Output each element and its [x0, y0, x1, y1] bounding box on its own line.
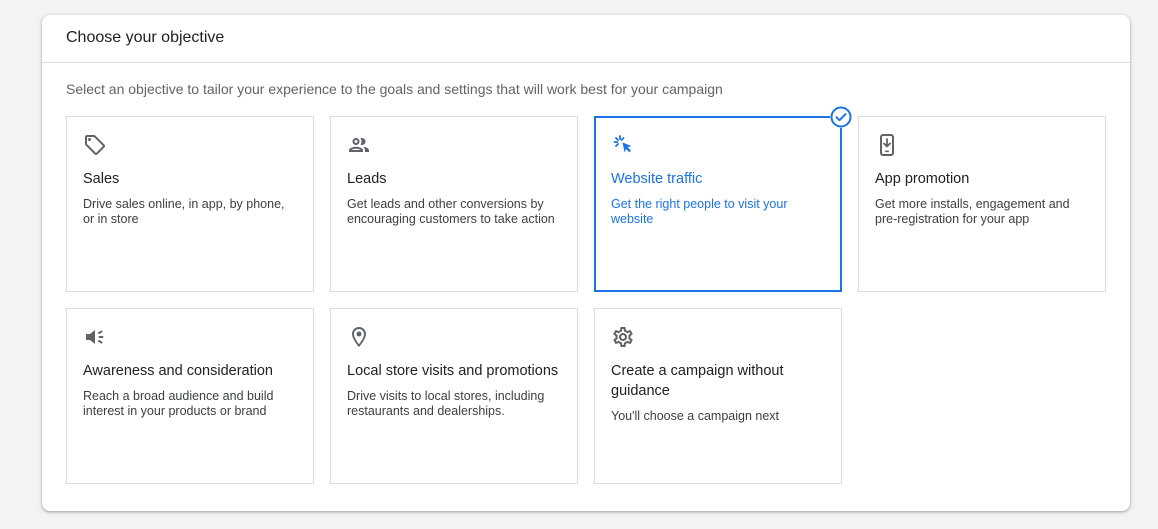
people-icon: [347, 133, 371, 157]
objective-description: Get the right people to visit your websi…: [611, 197, 788, 226]
panel-title: Choose your objective: [42, 15, 1130, 63]
objective-card-leads[interactable]: Leads Get leads and other conversions by…: [330, 116, 578, 292]
objective-title: Create a campaign without guidance: [611, 363, 784, 399]
objective-card-app-promotion[interactable]: App promotion Get more installs, engagem…: [858, 116, 1106, 292]
objective-description: Drive sales online, in app, by phone, or…: [83, 197, 285, 226]
cursor-click-icon: [611, 133, 635, 157]
objective-title: App promotion: [875, 171, 970, 187]
objective-description: Get more installs, engagement and pre-re…: [875, 197, 1070, 226]
objective-card-awareness[interactable]: Awareness and consideration Reach a broa…: [66, 308, 314, 484]
objective-card-sales[interactable]: Sales Drive sales online, in app, by pho…: [66, 116, 314, 292]
objective-card-local-store[interactable]: Local store visits and promotions Drive …: [330, 308, 578, 484]
objective-card-no-guidance[interactable]: Create a campaign without guidance You'l…: [594, 308, 842, 484]
objective-description: Drive visits to local stores, including …: [347, 389, 545, 418]
location-pin-icon: [347, 325, 371, 349]
objective-title: Leads: [347, 171, 387, 187]
gear-icon: [611, 325, 635, 349]
phone-download-icon: [875, 133, 899, 157]
objective-card-website-traffic[interactable]: Website traffic Get the right people to …: [594, 106, 852, 292]
objective-panel: Choose your objective Select an objectiv…: [42, 15, 1130, 511]
objective-description: Get leads and other conversions by encou…: [347, 197, 555, 226]
panel-subtitle: Select an objective to tailor your exper…: [66, 81, 723, 97]
tag-icon: [83, 133, 107, 157]
megaphone-icon: [83, 325, 107, 349]
objective-title: Website traffic: [611, 171, 703, 187]
objective-title: Local store visits and promotions: [347, 363, 559, 379]
objective-description: You'll choose a campaign next: [611, 409, 780, 423]
objective-description: Reach a broad audience and build interes…: [83, 389, 274, 418]
objective-title: Awareness and consideration: [83, 363, 273, 379]
selected-check-icon: [830, 106, 852, 128]
objective-title: Sales: [83, 171, 120, 187]
